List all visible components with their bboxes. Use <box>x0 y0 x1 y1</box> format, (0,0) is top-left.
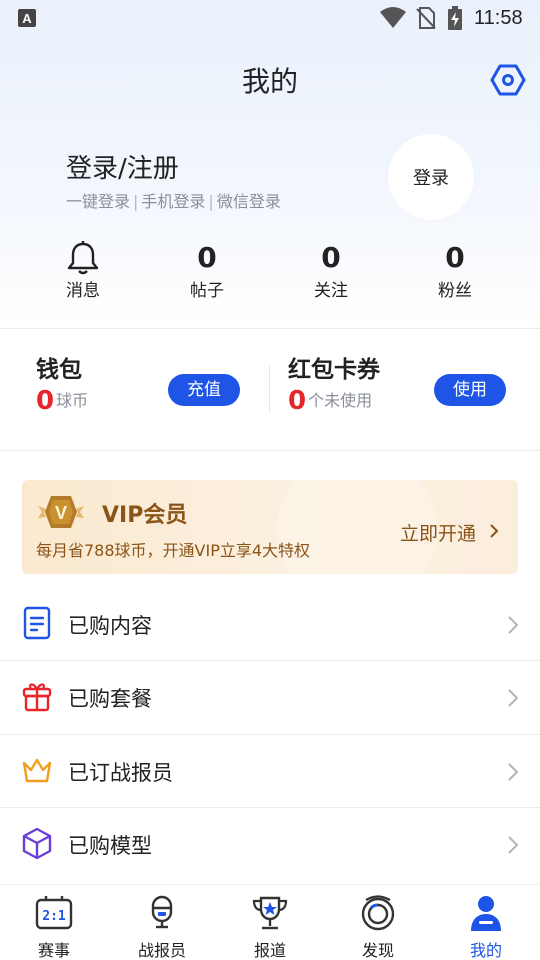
no-sim-icon <box>416 7 436 29</box>
svg-text:V: V <box>55 503 67 523</box>
divider <box>0 450 540 451</box>
stat-value: 0 <box>197 241 217 274</box>
vip-title: VIP会员 <box>102 503 188 528</box>
status-bar: A 11:58 <box>0 0 540 36</box>
menu-item-label: 已购套餐 <box>68 687 152 711</box>
menu-item-purchased-content[interactable]: 已购内容 <box>0 588 540 661</box>
nav-label: 发现 <box>361 941 394 960</box>
nav-item-discover[interactable]: 发现 <box>324 885 432 960</box>
menu-item-label: 已购模型 <box>68 834 152 858</box>
gift-icon <box>22 683 52 712</box>
recharge-button[interactable]: 充值 <box>168 374 240 406</box>
cube-icon <box>22 827 52 860</box>
trophy-icon <box>252 896 288 930</box>
one-click-login-link[interactable]: 一键登录 <box>66 192 130 211</box>
menu-item-subscribed-reporters[interactable]: 已订战报员 <box>0 735 540 808</box>
svg-text:A: A <box>22 11 32 26</box>
login-options: 一键登录 | 手机登录 | 微信登录 <box>66 188 281 212</box>
chevron-right-icon <box>508 836 519 854</box>
wallet-balance-value: 0 <box>36 386 55 416</box>
stat-fans[interactable]: 0 粉丝 <box>405 240 505 301</box>
wifi-icon <box>380 7 406 28</box>
bell-icon <box>67 241 99 275</box>
coupons-count: 0 个未使用 <box>288 386 372 416</box>
use-coupon-button[interactable]: 使用 <box>434 374 506 406</box>
separator: | <box>133 192 139 211</box>
vip-description: 每月省788球币，开通VIP立享4大特权 <box>36 541 311 560</box>
status-time: 11:58 <box>474 7 523 29</box>
wallet-balance: 0 球币 <box>36 386 88 416</box>
wallet-title: 钱包 <box>36 357 82 383</box>
stat-label: 关注 <box>314 281 348 301</box>
settings-icon[interactable] <box>490 62 526 98</box>
vip-open-link[interactable]: 立即开通 <box>400 519 476 546</box>
nav-label: 我的 <box>469 941 502 960</box>
nav-item-reporters[interactable]: 战报员 <box>108 885 216 960</box>
coupons-count-unit: 个未使用 <box>308 391 373 410</box>
divider <box>0 328 540 329</box>
reporter-icon <box>151 895 173 929</box>
discover-icon <box>361 895 395 931</box>
app-notification-icon: A <box>18 9 36 27</box>
nav-label: 战报员 <box>137 941 186 960</box>
phone-login-link[interactable]: 手机登录 <box>141 192 205 211</box>
separator: | <box>208 192 214 211</box>
nav-item-matches[interactable]: 2:1 赛事 <box>0 885 108 960</box>
document-icon <box>23 606 51 640</box>
svg-text:2:1: 2:1 <box>42 909 66 924</box>
stat-value: 0 <box>321 241 341 274</box>
stat-following[interactable]: 0 关注 <box>281 240 381 301</box>
battery-charging-icon <box>448 6 462 30</box>
menu-item-label: 已购内容 <box>68 614 152 638</box>
coupons-title: 红包卡券 <box>288 357 380 383</box>
stat-label: 帖子 <box>190 281 224 301</box>
login-button[interactable]: 登录 <box>388 134 474 220</box>
nav-label: 赛事 <box>37 941 70 960</box>
coupons-count-value: 0 <box>288 386 307 416</box>
stat-posts[interactable]: 0 帖子 <box>157 240 257 301</box>
bottom-navigation: 2:1 赛事 战报员 报道 发现 我的 <box>0 884 540 960</box>
vip-badge-icon: V <box>38 496 84 528</box>
stat-value: 0 <box>445 241 465 274</box>
chevron-right-icon <box>508 763 519 781</box>
vip-banner[interactable]: V VIP会员 每月省788球币，开通VIP立享4大特权 立即开通 <box>22 480 518 574</box>
page-title: 我的 <box>241 65 298 98</box>
menu-item-label: 已订战报员 <box>68 761 173 785</box>
stat-label: 消息 <box>66 281 100 301</box>
chevron-right-icon <box>490 524 499 538</box>
login-register-title[interactable]: 登录/注册 <box>66 148 179 185</box>
menu-item-purchased-packages[interactable]: 已购套餐 <box>0 661 540 734</box>
menu-item-purchased-models[interactable]: 已购模型 <box>0 808 540 881</box>
nav-label: 报道 <box>253 941 286 960</box>
stat-messages[interactable]: 消息 <box>33 240 133 301</box>
nav-item-reports[interactable]: 报道 <box>216 885 324 960</box>
wallet-balance-unit: 球币 <box>56 391 89 410</box>
nav-item-mine[interactable]: 我的 <box>432 885 540 960</box>
chevron-right-icon <box>508 689 519 707</box>
crown-icon <box>22 758 52 783</box>
wechat-login-link[interactable]: 微信登录 <box>217 192 281 211</box>
stat-label: 粉丝 <box>438 281 472 301</box>
chevron-right-icon <box>508 616 519 634</box>
vertical-divider <box>269 366 270 412</box>
user-icon <box>471 896 501 931</box>
scoreboard-icon: 2:1 <box>35 896 73 930</box>
